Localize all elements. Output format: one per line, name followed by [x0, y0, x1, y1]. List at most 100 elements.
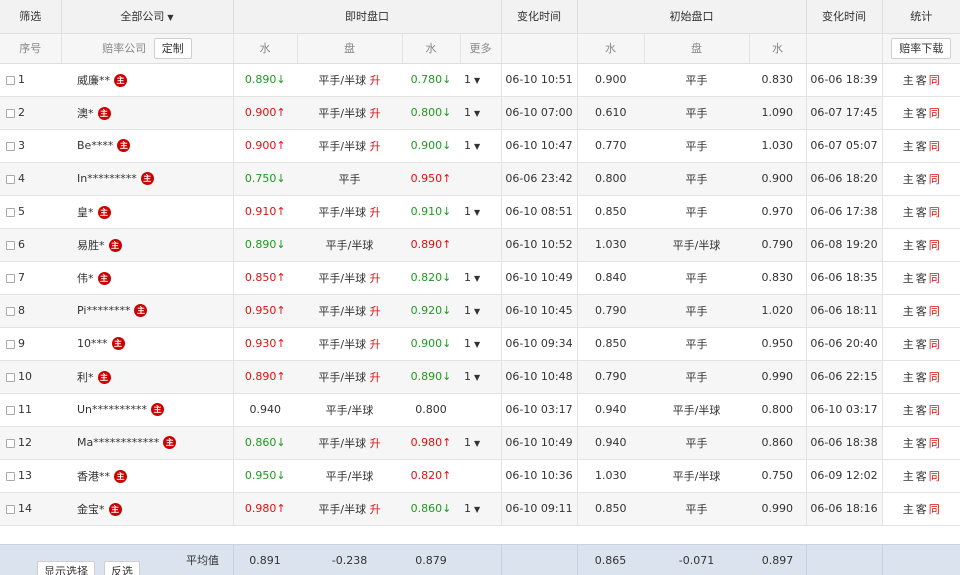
- more-dropdown[interactable]: 1 ▼: [460, 327, 502, 361]
- company-cell[interactable]: In********* 主: [61, 162, 234, 196]
- row-select[interactable]: 2: [0, 96, 61, 130]
- away-link[interactable]: 客: [916, 74, 927, 87]
- company-cell[interactable]: 皇* 主: [61, 195, 234, 229]
- company-cell[interactable]: 利* 主: [61, 360, 234, 394]
- row-select[interactable]: 3: [0, 129, 61, 163]
- home-link[interactable]: 主: [903, 140, 914, 153]
- same-link[interactable]: 同: [929, 437, 940, 450]
- same-link[interactable]: 同: [929, 140, 940, 153]
- same-link[interactable]: 同: [929, 239, 940, 252]
- row-checkbox[interactable]: [6, 75, 15, 85]
- company-cell[interactable]: 澳* 主: [61, 96, 234, 130]
- more-dropdown[interactable]: 1 ▼: [460, 195, 502, 229]
- same-link[interactable]: 同: [929, 206, 940, 219]
- more-dropdown[interactable]: 1 ▼: [460, 63, 502, 97]
- home-link[interactable]: 主: [903, 173, 914, 186]
- home-link[interactable]: 主: [903, 272, 914, 285]
- home-link[interactable]: 主: [903, 74, 914, 87]
- more-dropdown[interactable]: 1 ▼: [460, 426, 502, 460]
- more-dropdown[interactable]: 1 ▼: [460, 294, 502, 328]
- row-select[interactable]: 6: [0, 228, 61, 262]
- home-link[interactable]: 主: [903, 239, 914, 252]
- home-link[interactable]: 主: [903, 404, 914, 417]
- more-dropdown[interactable]: 1 ▼: [460, 96, 502, 130]
- home-link[interactable]: 主: [903, 503, 914, 516]
- row-select[interactable]: 13: [0, 459, 61, 493]
- row-select[interactable]: 7: [0, 261, 61, 295]
- row-checkbox[interactable]: [6, 207, 15, 217]
- odds-download-button[interactable]: 赔率下载: [891, 37, 952, 59]
- more-dropdown[interactable]: 1 ▼: [460, 261, 502, 295]
- invert-selection-button[interactable]: 反选: [104, 561, 140, 575]
- company-cell[interactable]: 金宝* 主: [61, 492, 234, 526]
- same-link[interactable]: 同: [929, 173, 940, 186]
- row-checkbox[interactable]: [6, 141, 15, 151]
- row-select[interactable]: 10: [0, 360, 61, 394]
- company-cell[interactable]: 威廉** 主: [61, 63, 234, 97]
- company-cell[interactable]: Pi******** 主: [61, 294, 234, 328]
- row-checkbox[interactable]: [6, 438, 15, 448]
- row-select[interactable]: 5: [0, 195, 61, 229]
- home-link[interactable]: 主: [903, 206, 914, 219]
- row-checkbox[interactable]: [6, 306, 15, 316]
- away-link[interactable]: 客: [916, 107, 927, 120]
- away-link[interactable]: 客: [916, 272, 927, 285]
- more-dropdown[interactable]: 1 ▼: [460, 360, 502, 394]
- home-link[interactable]: 主: [903, 470, 914, 483]
- company-cell[interactable]: 10*** 主: [61, 327, 234, 361]
- same-link[interactable]: 同: [929, 404, 940, 417]
- row-select[interactable]: 11: [0, 393, 61, 427]
- row-checkbox[interactable]: [6, 504, 15, 514]
- company-cell[interactable]: 易胜* 主: [61, 228, 234, 262]
- more-dropdown[interactable]: 1 ▼: [460, 492, 502, 526]
- away-link[interactable]: 客: [916, 371, 927, 384]
- same-link[interactable]: 同: [929, 470, 940, 483]
- caret-down-icon: ▼: [474, 439, 481, 448]
- row-checkbox[interactable]: [6, 273, 15, 283]
- row-checkbox[interactable]: [6, 339, 15, 349]
- show-selected-button[interactable]: 显示选择: [37, 561, 95, 575]
- row-select[interactable]: 4: [0, 162, 61, 196]
- same-link[interactable]: 同: [929, 272, 940, 285]
- company-cell[interactable]: Be**** 主: [61, 129, 234, 163]
- row-select[interactable]: 9: [0, 327, 61, 361]
- row-checkbox[interactable]: [6, 174, 15, 184]
- row-checkbox[interactable]: [6, 108, 15, 118]
- company-cell[interactable]: Ma************ 主: [61, 426, 234, 460]
- row-select[interactable]: 12: [0, 426, 61, 460]
- customize-button[interactable]: 定制: [153, 37, 192, 59]
- company-cell[interactable]: 香港** 主: [61, 459, 234, 493]
- home-link[interactable]: 主: [903, 107, 914, 120]
- row-select[interactable]: 14: [0, 492, 61, 526]
- company-cell[interactable]: 伟* 主: [61, 261, 234, 295]
- row-checkbox[interactable]: [6, 372, 15, 382]
- row-select[interactable]: 1: [0, 63, 61, 97]
- same-link[interactable]: 同: [929, 371, 940, 384]
- away-link[interactable]: 客: [916, 404, 927, 417]
- away-link[interactable]: 客: [916, 503, 927, 516]
- away-link[interactable]: 客: [916, 470, 927, 483]
- company-cell[interactable]: Un********** 主: [61, 393, 234, 427]
- same-link[interactable]: 同: [929, 305, 940, 318]
- same-link[interactable]: 同: [929, 503, 940, 516]
- same-link[interactable]: 同: [929, 338, 940, 351]
- row-select[interactable]: 8: [0, 294, 61, 328]
- away-link[interactable]: 客: [916, 206, 927, 219]
- row-checkbox[interactable]: [6, 405, 15, 415]
- away-link[interactable]: 客: [916, 140, 927, 153]
- away-link[interactable]: 客: [916, 239, 927, 252]
- same-link[interactable]: 同: [929, 107, 940, 120]
- more-dropdown[interactable]: 1 ▼: [460, 129, 502, 163]
- away-link[interactable]: 客: [916, 338, 927, 351]
- home-link[interactable]: 主: [903, 371, 914, 384]
- row-checkbox[interactable]: [6, 240, 15, 250]
- home-link[interactable]: 主: [903, 338, 914, 351]
- away-link[interactable]: 客: [916, 437, 927, 450]
- same-link[interactable]: 同: [929, 74, 940, 87]
- row-checkbox[interactable]: [6, 471, 15, 481]
- away-link[interactable]: 客: [916, 305, 927, 318]
- company-filter-dropdown[interactable]: 全部公司 ▼: [61, 0, 234, 34]
- home-link[interactable]: 主: [903, 437, 914, 450]
- home-link[interactable]: 主: [903, 305, 914, 318]
- away-link[interactable]: 客: [916, 173, 927, 186]
